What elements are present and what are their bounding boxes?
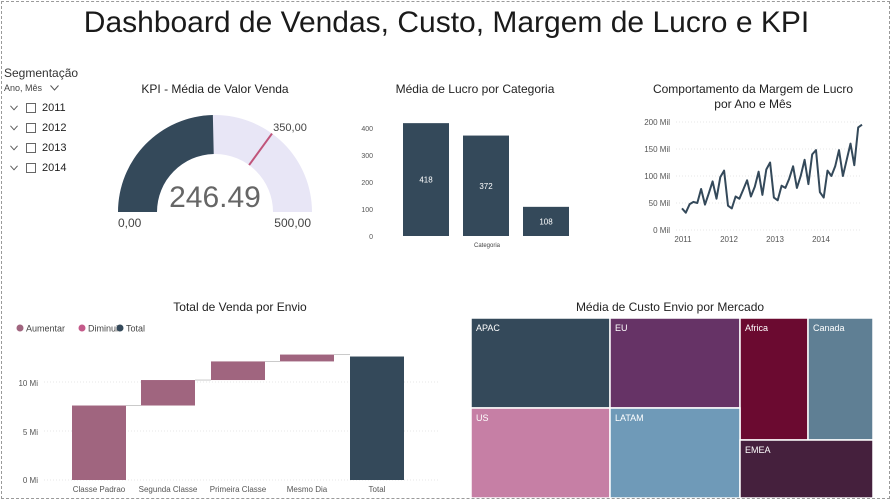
gauge-value: 246.49 xyxy=(169,181,261,214)
y-tick-label: 50 Mil xyxy=(649,199,671,208)
x-tick-label: 2011 xyxy=(674,235,692,244)
market-treemap[interactable]: APAC EU Africa Canada US LATAM EMEA xyxy=(471,318,873,498)
checkbox[interactable] xyxy=(26,123,36,133)
checkbox[interactable] xyxy=(26,143,36,153)
y-tick-label: 400 xyxy=(361,126,373,133)
waterfall-bar[interactable] xyxy=(350,356,404,480)
category-chart-title: Média de Lucro por Categoria xyxy=(395,82,555,96)
gauge-min-label: 0,00 xyxy=(118,216,142,230)
margin-series-line xyxy=(681,123,863,214)
x-tick-label: 2013 xyxy=(766,235,784,244)
x-tick-label: 2014 xyxy=(812,235,830,244)
legend-dot-aumentar xyxy=(16,324,24,332)
x-tick-label: Primeira Classe xyxy=(210,485,267,494)
slicer-item-2014[interactable]: 2014 xyxy=(4,158,104,178)
category-bar-chart[interactable]: 0 100 200 300 400 Categoria 418 372 108 xyxy=(350,110,590,250)
waterfall-chart[interactable]: Aumentar Diminuir Total 0 Mi 5 Mi 10 Mi … xyxy=(8,318,440,498)
checkbox[interactable] xyxy=(26,163,36,173)
year-month-slicer[interactable]: Segmentação Ano, Mês 2011 2012 2013 2014 xyxy=(4,66,104,178)
treemap-tile-label: APAC xyxy=(476,323,500,333)
y-tick-label: 100 Mil xyxy=(644,172,670,181)
expand-chevron-icon[interactable] xyxy=(10,104,18,112)
slicer-title: Segmentação xyxy=(4,66,79,80)
y-tick-label: 5 Mi xyxy=(23,428,38,437)
line-chart-grid xyxy=(676,121,862,231)
y-tick-label: 0 Mil xyxy=(653,226,670,235)
treemap-tile[interactable] xyxy=(609,318,741,409)
y-tick-label: 200 xyxy=(361,180,373,187)
bar-data-label: 418 xyxy=(419,176,433,185)
treemap-tile-label: EU xyxy=(615,323,628,333)
waterfall-bar[interactable] xyxy=(72,405,126,480)
legend-label: Diminuir xyxy=(88,324,121,334)
treemap-tile-label: EMEA xyxy=(745,445,771,455)
line-chart-title-line1: Comportamento da Margem de Lucro xyxy=(652,82,854,96)
treemap-tile-label: LATAM xyxy=(615,413,644,423)
bar-data-label: 108 xyxy=(539,217,553,226)
x-tick-label: Classe Padrao xyxy=(73,485,126,494)
y-tick-label: 0 Mi xyxy=(23,476,38,485)
treemap-tile-label: Africa xyxy=(745,323,768,333)
slicer-item-2011[interactable]: 2011 xyxy=(4,98,104,118)
waterfall-title: Total de Venda por Envio xyxy=(173,300,307,314)
treemap-title: Média de Custo Envio por Mercado xyxy=(575,300,765,314)
x-tick-label: Mesmo Dia xyxy=(287,485,328,494)
y-tick-label: 10 Mi xyxy=(18,379,38,388)
margin-line-chart[interactable]: 0 Mil 50 Mil 100 Mil 150 Mil 200 Mil 201… xyxy=(636,112,872,246)
y-tick-label: 100 xyxy=(361,207,373,214)
expand-chevron-icon[interactable] xyxy=(10,164,18,172)
slicer-field-label: Ano, Mês xyxy=(4,83,43,93)
y-tick-label: 300 xyxy=(361,153,373,160)
treemap-tile[interactable] xyxy=(739,318,809,441)
gauge-target-label: 350,00 xyxy=(273,122,307,134)
waterfall-bar[interactable] xyxy=(211,361,265,381)
slicer-item-label: 2013 xyxy=(42,142,67,154)
slicer-item-label: 2012 xyxy=(42,122,67,134)
legend-dot-total xyxy=(116,324,124,332)
slicer-item-2012[interactable]: 2012 xyxy=(4,118,104,138)
dashboard-title: Dashboard de Vendas, Custo, Margem de Lu… xyxy=(83,6,810,39)
treemap-tile-label: Canada xyxy=(813,323,845,333)
gauge-title: KPI - Média de Valor Venda xyxy=(141,82,289,96)
bar-data-label: 372 xyxy=(479,182,493,191)
legend-label: Total xyxy=(126,324,145,334)
treemap-tile-label: US xyxy=(476,413,489,423)
slicer-item-label: 2011 xyxy=(42,102,66,114)
expand-chevron-icon[interactable] xyxy=(10,124,18,132)
y-tick-label: 200 Mil xyxy=(644,118,670,127)
x-tick-label: Total xyxy=(369,485,386,494)
expand-chevron-icon[interactable] xyxy=(10,144,18,152)
chevron-down-icon[interactable] xyxy=(50,85,59,91)
slicer-item-label: 2014 xyxy=(42,162,67,174)
slicer-field[interactable]: Ano, Mês xyxy=(4,83,104,93)
treemap-tile[interactable] xyxy=(471,407,611,498)
y-tick-label: 0 xyxy=(369,234,373,241)
checkbox[interactable] xyxy=(26,103,36,113)
treemap-tile[interactable] xyxy=(807,318,873,441)
x-tick-label: Segunda Classe xyxy=(139,485,198,494)
y-tick-label: 150 Mil xyxy=(644,145,670,154)
waterfall-bar[interactable] xyxy=(141,380,195,406)
kpi-gauge[interactable]: 246.49 0,00 500,00 350,00 xyxy=(104,104,334,236)
x-tick-label: 2012 xyxy=(720,235,738,244)
line-chart-title-line2: por Ano e Mês xyxy=(714,97,792,111)
slicer-item-2013[interactable]: 2013 xyxy=(4,138,104,158)
gauge-max-label: 500,00 xyxy=(274,216,311,230)
waterfall-legend: Aumentar Diminuir Total xyxy=(16,324,145,334)
line-chart-title: Comportamento da Margem de Lucro por Ano… xyxy=(640,82,866,112)
legend-label: Aumentar xyxy=(26,324,65,334)
waterfall-bar[interactable] xyxy=(280,354,334,362)
legend-dot-diminuir xyxy=(78,324,86,332)
x-axis-label: Categoria xyxy=(474,243,501,249)
